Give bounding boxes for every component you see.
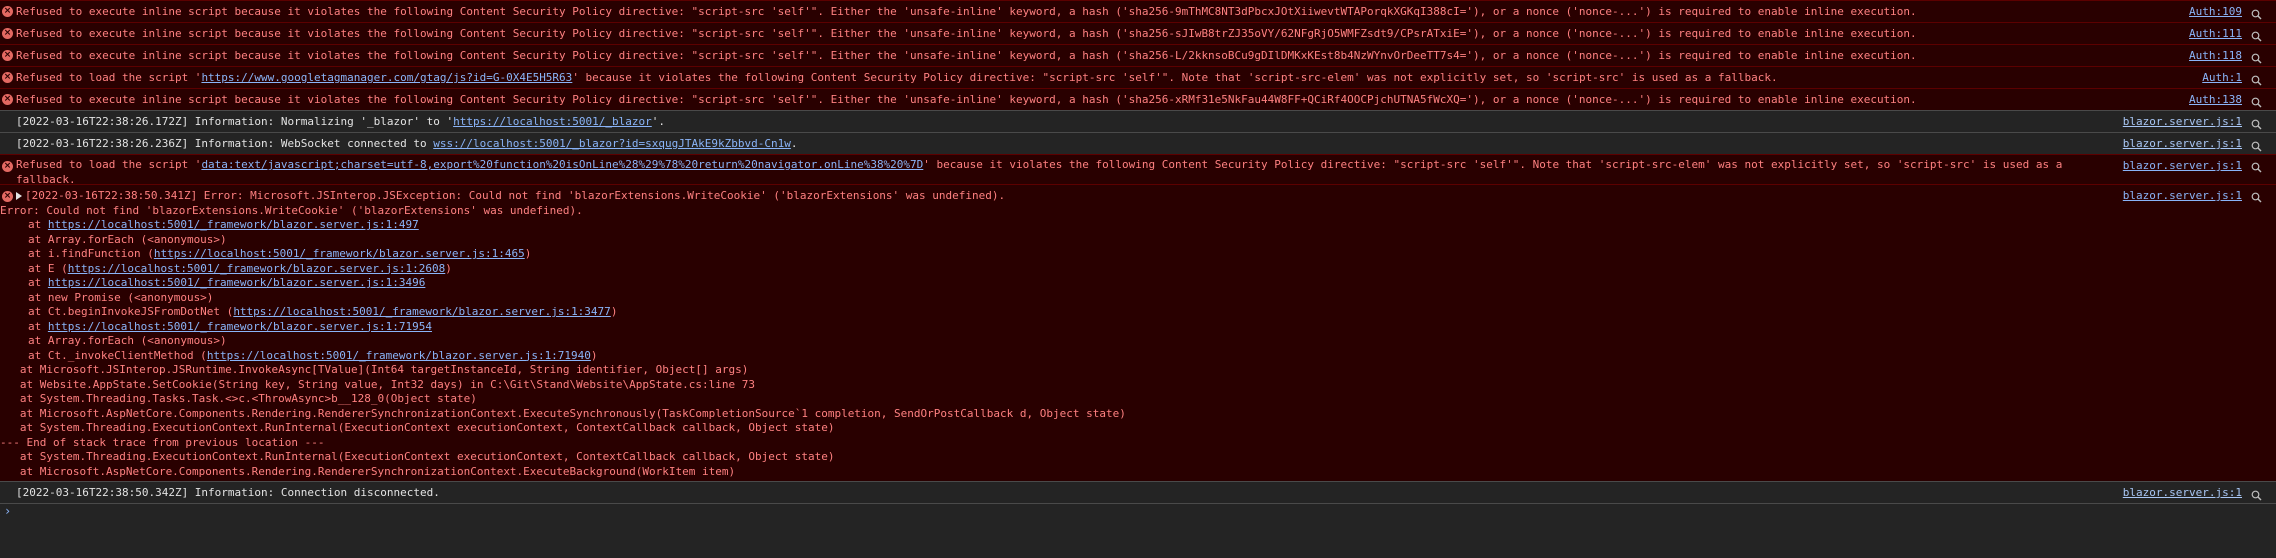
expand-triangle-icon[interactable] <box>16 192 22 200</box>
error-text-suffix: ' because it violates the following Cont… <box>572 71 1778 84</box>
stack-frame-link[interactable]: https://localhost:5001/_framework/blazor… <box>154 247 525 260</box>
source-link[interactable]: blazor.server.js:1 <box>2123 186 2242 206</box>
stack-frame: at Array.forEach (<anonymous>) <box>28 232 227 246</box>
error-message-line: Error: Could not find 'blazorExtensions.… <box>0 203 583 217</box>
error-text: Refused to execute inline script because… <box>16 5 1917 18</box>
stack-trace-separator: --- End of stack trace from previous loc… <box>0 435 325 449</box>
source-link[interactable]: Auth:111 <box>2189 23 2242 44</box>
stack-frame: at i.findFunction (https://localhost:500… <box>28 247 532 260</box>
error-circle-icon: × <box>2 191 13 202</box>
dotnet-stack-frame: at System.Threading.ExecutionContext.Run… <box>0 450 835 463</box>
stack-frame: at new Promise (<anonymous>) <box>28 290 214 304</box>
console-error-message[interactable]: × Refused to execute inline script becau… <box>0 0 2276 22</box>
search-icon[interactable] <box>2251 116 2262 130</box>
devtools-console: × Refused to execute inline script becau… <box>0 0 2276 558</box>
console-error-message[interactable]: × Refused to load the script 'data:text/… <box>0 154 2276 186</box>
info-text-prefix: [2022-03-16T22:38:26.236Z] Information: … <box>16 137 434 150</box>
error-text: Refused to execute inline script because… <box>16 27 1917 40</box>
stack-frame: at Ct._invokeClientMethod (https://local… <box>28 348 598 362</box>
error-header: [2022-03-16T22:38:50.341Z] Error: Micros… <box>25 189 1006 202</box>
stack-frame-link[interactable]: https://localhost:5001/_framework/blazor… <box>207 349 591 362</box>
stack-frame: at https://localhost:5001/_framework/bla… <box>28 218 419 231</box>
search-icon[interactable] <box>2251 94 2262 108</box>
stack-frame: at https://localhost:5001/_framework/bla… <box>28 276 426 289</box>
search-icon[interactable] <box>2251 6 2262 20</box>
data-script-link[interactable]: data:text/javascript;charset=utf-8,expor… <box>201 158 923 171</box>
console-error-message-expandable[interactable]: × [2022-03-16T22:38:50.341Z] Error: Micr… <box>0 184 2276 481</box>
error-text: Refused to execute inline script because… <box>16 93 1917 106</box>
stack-frame-link[interactable]: https://localhost:5001/_framework/blazor… <box>48 276 426 289</box>
error-circle-icon: × <box>2 72 13 83</box>
error-circle-icon: × <box>2 161 13 172</box>
stack-frame-link[interactable]: https://localhost:5001/_framework/blazor… <box>68 262 446 275</box>
info-text-suffix: . <box>790 137 798 150</box>
source-link[interactable]: Auth:138 <box>2189 89 2242 110</box>
console-info-message[interactable]: [2022-03-16T22:38:26.236Z] Information: … <box>0 132 2276 154</box>
search-icon[interactable] <box>2251 50 2262 64</box>
console-error-message[interactable]: × Refused to execute inline script becau… <box>0 88 2276 110</box>
console-info-message[interactable]: [2022-03-16T22:38:50.342Z] Information: … <box>0 481 2276 503</box>
stack-frame: at Ct.beginInvokeJSFromDotNet (https://l… <box>28 305 618 318</box>
stack-frame: at Array.forEach (<anonymous>) <box>28 334 227 347</box>
source-link[interactable]: blazor.server.js:1 <box>2123 111 2242 132</box>
console-error-message[interactable]: × Refused to load the script 'https://ww… <box>0 66 2276 88</box>
stack-frame-link[interactable]: https://localhost:5001/_framework/blazor… <box>48 218 419 231</box>
info-text: [2022-03-16T22:38:50.342Z] Information: … <box>16 486 440 499</box>
stack-frame-link[interactable]: https://localhost:5001/_framework/blazor… <box>48 320 432 333</box>
search-icon[interactable] <box>2251 487 2262 501</box>
error-circle-icon: × <box>2 6 13 17</box>
search-icon[interactable] <box>2251 192 2262 203</box>
dotnet-stack-frame: at Microsoft.AspNetCore.Components.Rende… <box>0 406 1126 420</box>
source-link[interactable]: Auth:118 <box>2189 45 2242 66</box>
dotnet-stack-frame: at Microsoft.JSInterop.JSRuntime.InvokeA… <box>0 363 749 376</box>
info-text-suffix: '. <box>651 115 666 128</box>
source-link[interactable]: blazor.server.js:1 <box>2123 133 2242 154</box>
source-link[interactable]: blazor.server.js:1 <box>2123 156 2242 176</box>
dotnet-stack-frame: at Website.AppState.SetCookie(String key… <box>0 377 755 391</box>
stack-frame-link[interactable]: https://localhost:5001/_framework/blazor… <box>233 305 611 318</box>
dotnet-stack-frame: at Microsoft.AspNetCore.Components.Rende… <box>0 464 736 478</box>
websocket-url-link[interactable]: wss://localhost:5001/_blazor?id=sxqugJTA… <box>433 137 791 150</box>
error-text-prefix: Refused to load the script ' <box>16 158 202 171</box>
error-circle-icon: × <box>2 50 13 61</box>
dotnet-stack-frame: at System.Threading.Tasks.Task.<>c.<Thro… <box>0 392 477 405</box>
prompt-chevron-icon: › <box>4 504 12 518</box>
source-link[interactable]: Auth:109 <box>2189 1 2242 22</box>
info-text-prefix: [2022-03-16T22:38:26.172Z] Information: … <box>16 115 454 128</box>
error-circle-icon: × <box>2 28 13 39</box>
error-text-suffix: ' because it violates the following Cont… <box>923 158 2063 171</box>
console-error-message[interactable]: × Refused to execute inline script becau… <box>0 22 2276 44</box>
source-link[interactable]: Auth:1 <box>2202 67 2242 88</box>
dotnet-stack-frame: at System.Threading.ExecutionContext.Run… <box>0 421 835 434</box>
js-stack-frames: at https://localhost:5001/_framework/bla… <box>16 218 2196 363</box>
dotnet-stack-frames: at Microsoft.JSInterop.JSRuntime.InvokeA… <box>0 363 2196 479</box>
script-url-link[interactable]: https://www.googletagmanager.com/gtag/js… <box>201 71 572 84</box>
stack-frame: at https://localhost:5001/_framework/bla… <box>28 319 432 333</box>
search-icon[interactable] <box>2251 72 2262 86</box>
search-icon[interactable] <box>2251 28 2262 42</box>
console-info-message[interactable]: [2022-03-16T22:38:26.172Z] Information: … <box>0 110 2276 132</box>
stack-frame: at E (https://localhost:5001/_framework/… <box>28 261 452 275</box>
error-circle-icon: × <box>2 94 13 105</box>
console-error-message[interactable]: × Refused to execute inline script becau… <box>0 44 2276 66</box>
error-text-prefix: Refused to load the script ' <box>16 71 202 84</box>
search-icon[interactable] <box>2251 162 2262 173</box>
blazor-url-link[interactable]: https://localhost:5001/_blazor <box>453 115 652 128</box>
console-input-row[interactable]: › <box>0 503 2276 526</box>
search-icon[interactable] <box>2251 138 2262 152</box>
source-link[interactable]: blazor.server.js:1 <box>2123 482 2242 503</box>
error-text: Refused to execute inline script because… <box>16 49 1917 62</box>
